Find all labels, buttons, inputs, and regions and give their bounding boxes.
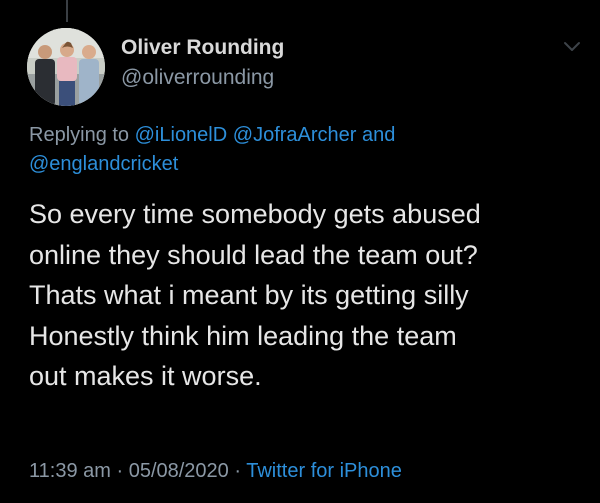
tweet-text: So every time somebody gets abused onlin… — [29, 194, 589, 397]
chevron-down-icon[interactable] — [562, 40, 582, 54]
mention-jofraarcher[interactable]: @JofraArcher — [233, 124, 357, 146]
avatar-photo — [27, 28, 105, 106]
tweet-text-line: out makes it worse. — [29, 361, 262, 391]
tweet-text-line: Honestly think him leading the team — [29, 320, 457, 351]
author-handle[interactable]: @oliverrounding — [121, 66, 274, 90]
tweet-text-line: online they should lead the team out? — [29, 239, 478, 270]
mention-englandcricket[interactable]: @englandcricket — [29, 153, 178, 175]
author-display-name[interactable]: Oliver Rounding — [121, 36, 284, 60]
tweet-meta: 11:39 am · 05/08/2020 · Twitter for iPho… — [29, 460, 402, 483]
thread-connector-line — [66, 0, 68, 22]
mention-ilioneld[interactable]: @iLionelD — [135, 124, 228, 146]
avatar[interactable] — [27, 28, 105, 106]
tweet-text-line: So every time somebody gets abused — [29, 199, 481, 229]
tweet-source-link[interactable]: Twitter for iPhone — [246, 460, 402, 482]
meta-separator: · — [116, 460, 124, 482]
tweet-time[interactable]: 11:39 am — [29, 460, 111, 482]
tweet-date[interactable]: 05/08/2020 — [129, 460, 229, 482]
meta-separator: · — [234, 460, 242, 482]
tweet-text-line: Thats what i meant by its getting silly — [29, 280, 469, 310]
replying-to: Replying to @iLionelD @JofraArcher and @e… — [29, 121, 574, 179]
replying-to-label: Replying to — [29, 124, 135, 146]
reply-conjunction: and — [362, 124, 396, 146]
